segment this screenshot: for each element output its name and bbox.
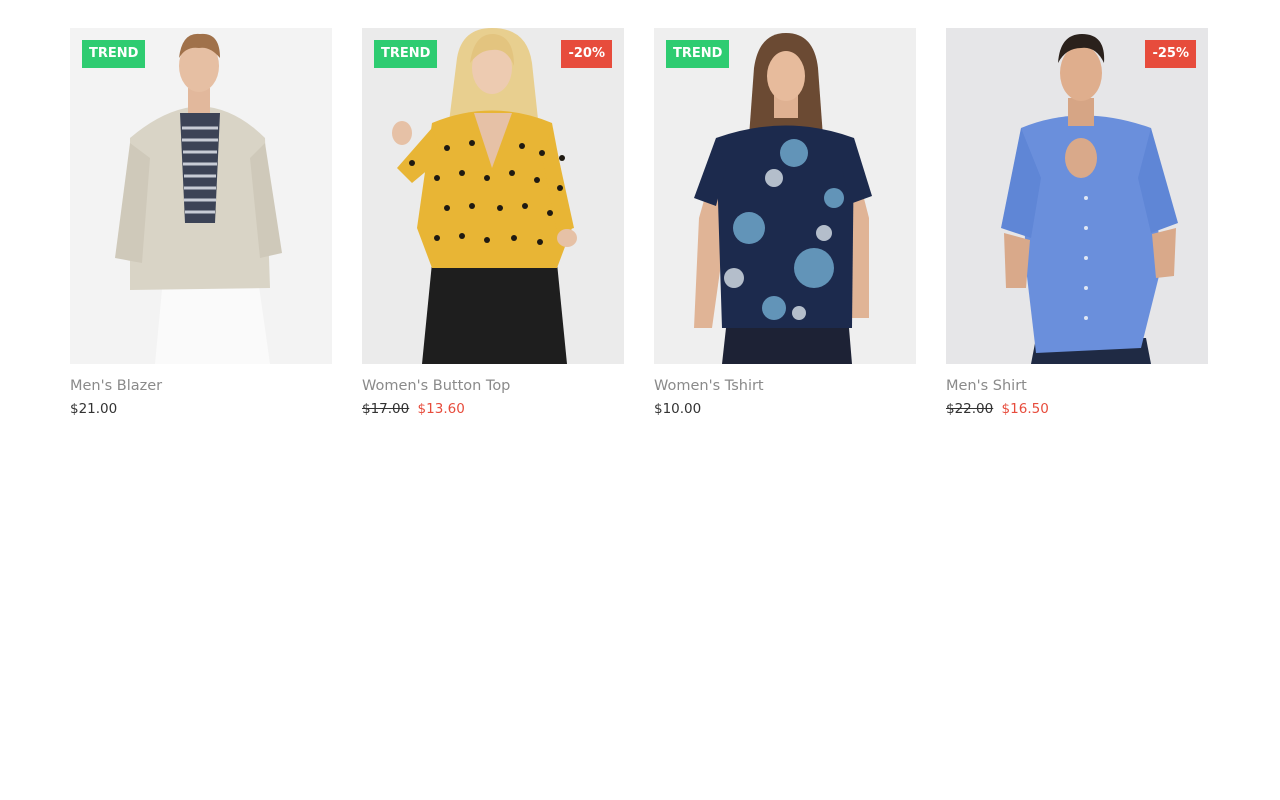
product-price: $10.00 bbox=[654, 399, 916, 419]
price: $10.00 bbox=[654, 401, 702, 417]
product-price: $17.00 $13.60 bbox=[362, 399, 624, 419]
original-price: $22.00 bbox=[946, 401, 994, 417]
man-in-blue-shirt-photo bbox=[946, 28, 1208, 364]
product-card[interactable]: -25% Men's Shirt $22.00 $16.50 bbox=[946, 28, 1208, 419]
price: $21.00 bbox=[70, 401, 118, 417]
woman-in-navy-floral-tshirt-photo bbox=[654, 28, 916, 364]
product-name[interactable]: Men's Blazer bbox=[70, 376, 332, 396]
product-image[interactable]: -25% bbox=[946, 28, 1208, 364]
discount-badge: -25% bbox=[1145, 40, 1196, 68]
woman-in-yellow-polka-dot-top-photo bbox=[362, 28, 624, 364]
original-price: $17.00 bbox=[362, 401, 410, 417]
product-name[interactable]: Women's Button Top bbox=[362, 376, 624, 396]
discount-badge: -20% bbox=[561, 40, 612, 68]
product-price: $22.00 $16.50 bbox=[946, 399, 1208, 419]
product-image[interactable]: TREND bbox=[70, 28, 332, 364]
product-price: $21.00 bbox=[70, 399, 332, 419]
product-grid: TREND Men's Blazer $21.00 TREND -20% Wom… bbox=[70, 28, 1208, 419]
trend-badge: TREND bbox=[374, 40, 438, 68]
product-image[interactable]: TREND -20% bbox=[362, 28, 624, 364]
product-name[interactable]: Women's Tshirt bbox=[654, 376, 916, 396]
man-in-linen-blazer-photo bbox=[70, 28, 332, 364]
product-card[interactable]: TREND -20% Women's Button Top $17.00 $13… bbox=[362, 28, 624, 419]
product-image[interactable]: TREND bbox=[654, 28, 916, 364]
sale-price: $13.60 bbox=[417, 401, 465, 417]
product-card[interactable]: TREND Men's Blazer $21.00 bbox=[70, 28, 332, 419]
trend-badge: TREND bbox=[666, 40, 730, 68]
product-name[interactable]: Men's Shirt bbox=[946, 376, 1208, 396]
product-card[interactable]: TREND Women's Tshirt $10.00 bbox=[654, 28, 916, 419]
trend-badge: TREND bbox=[82, 40, 146, 68]
sale-price: $16.50 bbox=[1001, 401, 1049, 417]
